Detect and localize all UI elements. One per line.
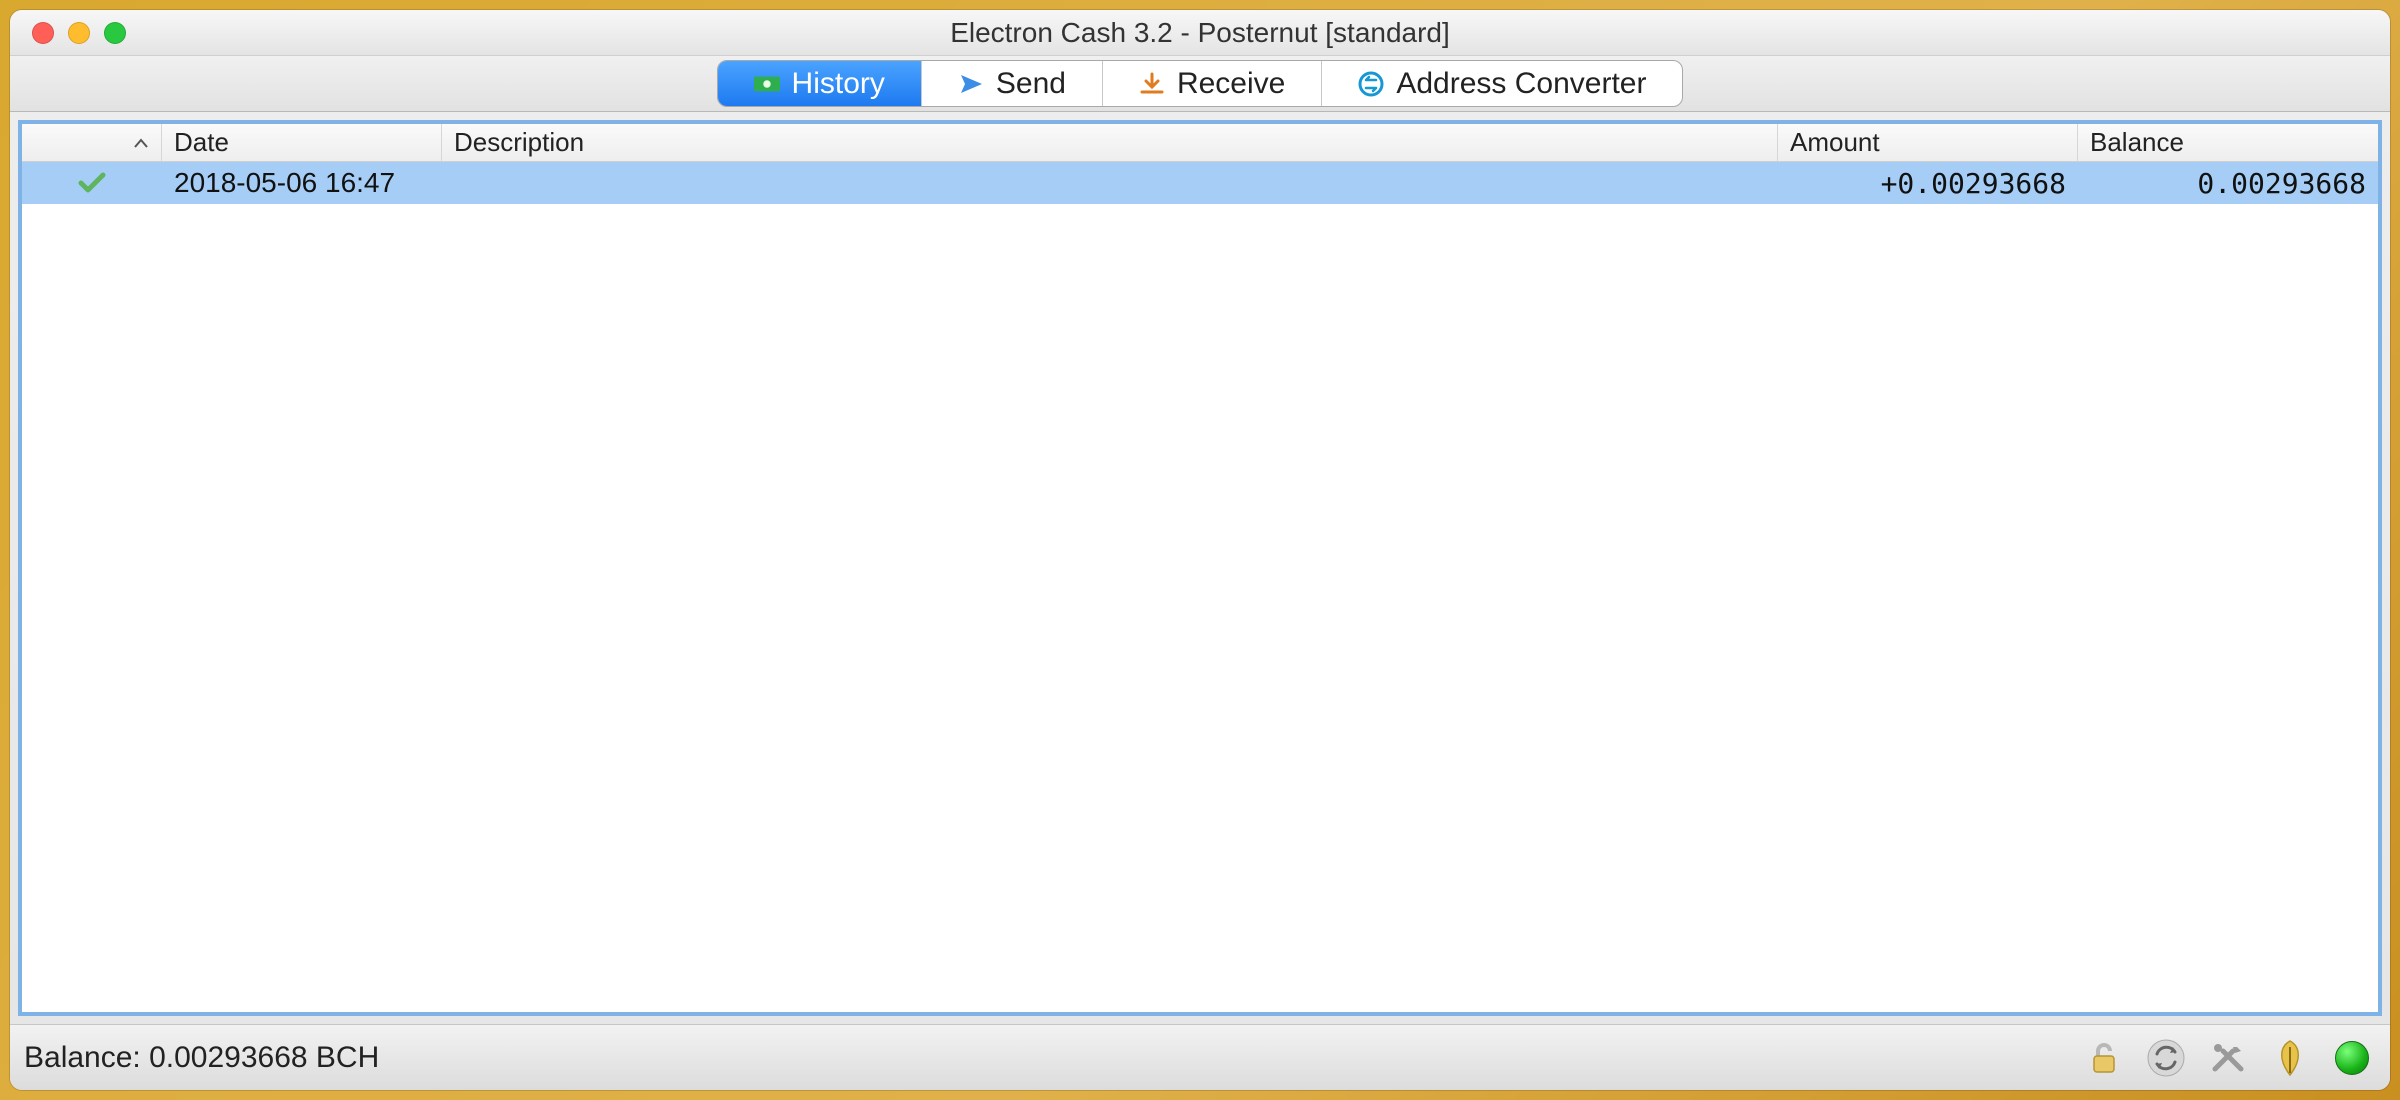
transaction-amount-cell: +0.00293668: [1778, 167, 2078, 200]
receive-icon: [1139, 71, 1165, 97]
column-header-balance[interactable]: Balance: [2078, 124, 2378, 161]
column-header-date[interactable]: Date: [162, 124, 442, 161]
column-header-amount[interactable]: Amount: [1778, 124, 2078, 161]
history-icon: [754, 71, 780, 97]
transaction-status-cell: [22, 171, 162, 195]
tabs-container: History Send Receive Address Converter: [717, 60, 1684, 107]
network-status-icon[interactable]: [2328, 1034, 2376, 1082]
balance-text: Balance: 0.00293668 BCH: [24, 1041, 379, 1075]
tab-address-converter[interactable]: Address Converter: [1322, 61, 1682, 106]
column-header-status[interactable]: [22, 124, 162, 161]
window-title: Electron Cash 3.2 - Posternut [standard]: [10, 17, 2390, 49]
statusbar: Balance: 0.00293668 BCH: [10, 1024, 2390, 1090]
lock-icon[interactable]: [2080, 1034, 2128, 1082]
history-table: Date Description Amount Balance: [18, 120, 2382, 1016]
preferences-icon[interactable]: [2204, 1034, 2252, 1082]
tab-history[interactable]: History: [718, 61, 922, 106]
confirmed-check-icon: [78, 171, 106, 195]
app-window: Electron Cash 3.2 - Posternut [standard]…: [10, 10, 2390, 1090]
table-row[interactable]: 2018-05-06 16:47 +0.00293668 0.00293668: [22, 162, 2378, 204]
sync-icon[interactable]: [2142, 1034, 2190, 1082]
sort-indicator-icon: [133, 137, 149, 149]
address-converter-icon: [1358, 71, 1384, 97]
tab-receive[interactable]: Receive: [1103, 61, 1322, 106]
transaction-date-cell: 2018-05-06 16:47: [162, 167, 442, 199]
column-header-amount-label: Amount: [1790, 127, 1880, 158]
column-header-description[interactable]: Description: [442, 124, 1778, 161]
column-header-date-label: Date: [174, 127, 229, 158]
column-header-balance-label: Balance: [2090, 127, 2184, 158]
titlebar: Electron Cash 3.2 - Posternut [standard]: [10, 10, 2390, 56]
tab-address-converter-label: Address Converter: [1396, 67, 1646, 101]
tab-send-label: Send: [996, 67, 1066, 101]
tabbar: History Send Receive Address Converter: [10, 56, 2390, 112]
send-icon: [958, 71, 984, 97]
tab-send[interactable]: Send: [922, 61, 1103, 106]
tab-history-label: History: [792, 67, 885, 101]
minimize-window-button[interactable]: [68, 22, 90, 44]
content-area: Date Description Amount Balance: [10, 112, 2390, 1024]
table-body[interactable]: 2018-05-06 16:47 +0.00293668 0.00293668: [22, 162, 2378, 1012]
tab-receive-label: Receive: [1177, 67, 1285, 101]
seed-icon[interactable]: [2266, 1034, 2314, 1082]
zoom-window-button[interactable]: [104, 22, 126, 44]
window-controls: [10, 22, 126, 44]
table-header: Date Description Amount Balance: [22, 124, 2378, 162]
close-window-button[interactable]: [32, 22, 54, 44]
transaction-balance-cell: 0.00293668: [2078, 167, 2378, 200]
column-header-description-label: Description: [454, 127, 584, 158]
